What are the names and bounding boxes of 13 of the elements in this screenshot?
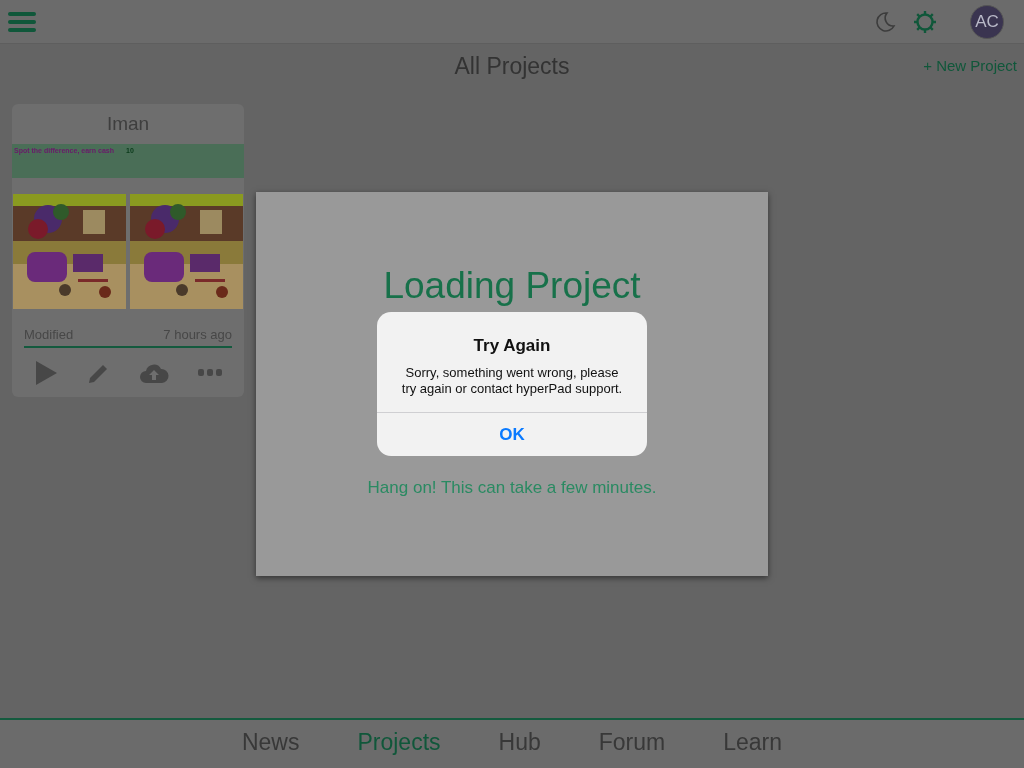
user-avatar[interactable]: AC <box>970 4 1004 39</box>
play-icon[interactable] <box>34 359 59 386</box>
loading-hint: Hang on! This can take a few minutes. <box>366 477 658 499</box>
more-icon[interactable] <box>197 368 222 377</box>
nav-tab[interactable]: Projects <box>357 724 441 760</box>
moon-icon[interactable] <box>874 10 896 33</box>
new-project-link[interactable]: + New Project <box>923 55 1017 78</box>
alert-message: Sorry, something went wrong, please try again or contact hyperPad support. <box>400 364 624 397</box>
loading-title: Loading Project <box>382 264 642 308</box>
menu-icon[interactable] <box>8 10 38 33</box>
ok-button[interactable]: OK <box>487 417 537 452</box>
alert-title: Try Again <box>472 335 552 357</box>
settings-icon[interactable] <box>912 8 938 35</box>
